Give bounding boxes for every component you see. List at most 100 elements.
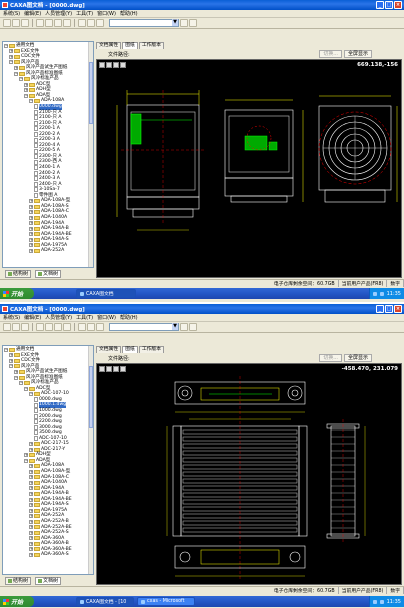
menu-help[interactable]: 帮助(H) — [120, 314, 138, 321]
cut-icon[interactable] — [36, 323, 44, 331]
expand-icon[interactable]: + — [29, 530, 33, 535]
minimize-button[interactable]: _ — [376, 1, 384, 9]
close-button[interactable]: × — [394, 305, 402, 313]
expand-icon[interactable]: + — [24, 453, 28, 458]
expand-icon[interactable]: + — [29, 232, 33, 237]
expand-icon[interactable]: + — [29, 442, 33, 447]
save-icon[interactable] — [12, 323, 20, 331]
expand-icon[interactable]: + — [29, 464, 33, 469]
expand-icon[interactable]: + — [9, 353, 13, 358]
expand-icon[interactable]: + — [14, 369, 18, 374]
tab-work-version[interactable]: 工作版本 — [138, 346, 165, 353]
collapse-icon[interactable]: − — [4, 347, 8, 352]
expand-icon[interactable]: + — [29, 447, 33, 452]
expand-icon[interactable]: + — [24, 88, 28, 93]
tab-document-tree[interactable]: 文档树 — [35, 576, 62, 585]
save-icon[interactable] — [12, 19, 20, 27]
menu-window[interactable]: 窗口(W) — [97, 10, 116, 17]
collapse-icon[interactable]: − — [19, 77, 23, 82]
collapse-icon[interactable]: − — [24, 93, 28, 98]
expand-icon[interactable]: + — [29, 480, 33, 485]
expand-icon[interactable]: + — [29, 215, 33, 220]
collapse-icon[interactable]: − — [14, 71, 18, 76]
expand-icon[interactable]: + — [29, 199, 33, 204]
expand-icon[interactable]: + — [29, 226, 33, 231]
switch-button[interactable]: 切换... — [319, 50, 342, 58]
fullscreen-button[interactable]: 全屏显示 — [343, 354, 372, 362]
print-icon[interactable] — [21, 19, 29, 27]
checkin-icon[interactable] — [78, 323, 86, 331]
drawing-canvas[interactable]: -458.470, 231.079 — [96, 363, 402, 585]
menu-system[interactable]: 系统(S) — [3, 314, 20, 321]
checkout-icon[interactable] — [87, 19, 95, 27]
fullscreen-button[interactable]: 全屏显示 — [343, 50, 372, 58]
collapse-icon[interactable]: − — [29, 392, 33, 397]
paste-icon[interactable] — [54, 323, 62, 331]
tab-structure-tree[interactable]: 结构树 — [5, 269, 32, 278]
expand-icon[interactable]: + — [29, 503, 33, 508]
expand-icon[interactable]: + — [29, 210, 33, 215]
open-icon[interactable] — [3, 19, 11, 27]
tree-scrollbar[interactable] — [88, 346, 93, 574]
tab-document-tree[interactable]: 文档树 — [35, 269, 62, 278]
expand-icon[interactable]: + — [29, 508, 33, 513]
search-icon[interactable] — [180, 19, 188, 27]
expand-icon[interactable]: + — [29, 221, 33, 226]
volume-icon[interactable] — [379, 291, 384, 296]
tab-document-properties[interactable]: 文档属性 — [96, 42, 122, 49]
tab-document-properties[interactable]: 文档属性 — [96, 346, 122, 353]
copy-icon[interactable] — [45, 323, 53, 331]
delete-icon[interactable] — [63, 19, 71, 27]
paste-icon[interactable] — [54, 19, 62, 27]
menu-help[interactable]: 帮助(H) — [120, 10, 138, 17]
open-icon[interactable] — [3, 323, 11, 331]
menu-tools[interactable]: 工具(T) — [76, 10, 93, 17]
expand-icon[interactable]: + — [24, 82, 28, 87]
expand-icon[interactable]: + — [29, 525, 33, 530]
delete-icon[interactable] — [63, 323, 71, 331]
title-bar[interactable]: CAXA图文档 - [0000.dwg] _ □ × — [0, 0, 404, 10]
expand-icon[interactable]: + — [29, 491, 33, 496]
print-icon[interactable] — [21, 323, 29, 331]
cut-icon[interactable] — [36, 19, 44, 27]
switch-button[interactable]: 切换... — [319, 354, 342, 362]
tab-work-version[interactable]: 工作版本 — [138, 42, 165, 49]
expand-icon[interactable]: + — [9, 358, 13, 363]
expand-icon[interactable]: + — [29, 204, 33, 209]
expand-icon[interactable]: + — [29, 475, 33, 480]
taskbar-item-word[interactable]: cxas - Microsoft — [137, 597, 195, 606]
collapse-icon[interactable]: − — [9, 364, 13, 369]
title-bar[interactable]: CAXA图文档 - [0000.dwg] _ □ × — [0, 304, 404, 314]
expand-icon[interactable]: + — [29, 237, 33, 242]
expand-icon[interactable]: + — [9, 49, 13, 54]
start-button[interactable]: 开始 — [0, 288, 34, 299]
minimize-button[interactable]: _ — [376, 305, 384, 313]
expand-icon[interactable]: + — [29, 497, 33, 502]
tab-drawing[interactable]: 图纸 — [122, 346, 138, 353]
filter-icon[interactable] — [189, 19, 197, 27]
drawing-canvas[interactable]: 669.138,-156 — [96, 59, 402, 278]
tab-structure-tree[interactable]: 结构树 — [5, 576, 32, 585]
search-icon[interactable] — [180, 323, 188, 331]
expand-icon[interactable]: + — [29, 536, 33, 541]
tree-folder-item[interactable]: + ADA-252A — [4, 248, 93, 254]
checkin-icon[interactable] — [78, 19, 86, 27]
search-combo[interactable] — [109, 19, 179, 27]
expand-icon[interactable]: + — [14, 65, 18, 70]
menu-system[interactable]: 系统(S) — [3, 10, 20, 17]
menu-user-management[interactable]: 人员管理(Y) — [45, 314, 72, 321]
network-icon[interactable] — [372, 291, 377, 296]
taskbar-item-caxa[interactable]: CAXA图文档 — [76, 289, 136, 298]
expand-icon[interactable]: + — [29, 486, 33, 491]
expand-icon[interactable]: + — [29, 514, 33, 519]
expand-icon[interactable]: + — [29, 547, 33, 552]
expand-icon[interactable]: + — [29, 243, 33, 248]
maximize-button[interactable]: □ — [385, 1, 393, 9]
collapse-icon[interactable]: − — [24, 386, 28, 391]
expand-icon[interactable]: + — [29, 469, 33, 474]
tree-scrollbar[interactable] — [88, 42, 93, 267]
close-button[interactable]: × — [394, 1, 402, 9]
maximize-button[interactable]: □ — [385, 305, 393, 313]
menu-tools[interactable]: 工具(T) — [76, 314, 93, 321]
search-combo[interactable] — [109, 323, 179, 331]
